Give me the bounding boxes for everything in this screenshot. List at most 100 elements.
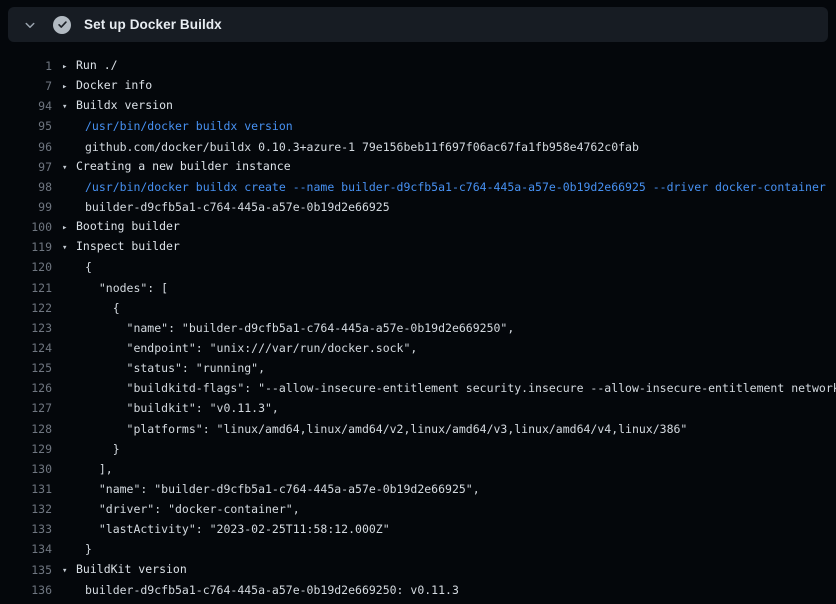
log-row: 96 github.com/docker/buildx 0.10.3+azure-… (0, 137, 836, 157)
log-group-header[interactable]: ▾Inspect builder (62, 237, 836, 257)
line-number[interactable]: 132 (0, 499, 52, 519)
line-number[interactable]: 99 (0, 197, 52, 217)
chevron-down-icon[interactable] (22, 17, 38, 33)
log-row: 131 "name": "builder-d9cfb5a1-c764-445a-… (0, 479, 836, 499)
log-group-row[interactable]: 94 ▾Buildx version (0, 96, 836, 116)
log-group-row[interactable]: 1 ▸Run ./ (0, 56, 836, 76)
log-output-text: "lastActivity": "2023-02-25T11:58:12.000… (62, 519, 836, 539)
line-number[interactable]: 136 (0, 580, 52, 600)
line-number[interactable]: 124 (0, 338, 52, 358)
log-output-text: "name": "builder-d9cfb5a1-c764-445a-a57e… (62, 318, 836, 338)
log-group-header[interactable]: ▾Creating a new builder instance (62, 157, 836, 177)
group-collapsed-icon[interactable]: ▸ (62, 57, 76, 76)
log-output-text: ], (62, 459, 836, 479)
log-output-text: "driver": "docker-container", (62, 499, 836, 519)
log-output-text: "buildkit": "v0.11.3", (62, 398, 836, 418)
log-row: 134} (0, 539, 836, 559)
line-number[interactable]: 131 (0, 479, 52, 499)
log-row: 130 ], (0, 459, 836, 479)
log-row: 121 "nodes": [ (0, 278, 836, 298)
line-number[interactable]: 119 (0, 237, 52, 257)
log-group-header[interactable]: ▸Run ./ (62, 56, 836, 76)
line-number[interactable]: 120 (0, 257, 52, 277)
log-row: 98/usr/bin/docker buildx create --name b… (0, 177, 836, 197)
step-header[interactable]: Set up Docker Buildx (8, 7, 828, 42)
log-output-text: { (62, 298, 836, 318)
group-collapsed-icon[interactable]: ▸ (62, 77, 76, 96)
log-output-text: "buildkitd-flags": "--allow-insecure-ent… (62, 378, 836, 398)
line-number[interactable]: 129 (0, 439, 52, 459)
log-output-text: github.com/docker/buildx 0.10.3+azure-1 … (62, 137, 836, 157)
log-row: 95/usr/bin/docker buildx version (0, 116, 836, 136)
log-output-text: "status": "running", (62, 358, 836, 378)
line-number[interactable]: 126 (0, 378, 52, 398)
line-number[interactable]: 123 (0, 318, 52, 338)
line-number[interactable]: 96 (0, 137, 52, 157)
log-output-text: { (62, 257, 836, 277)
group-title[interactable]: Docker info (76, 78, 152, 92)
group-expanded-icon[interactable]: ▾ (62, 238, 76, 257)
log-row: 128 "platforms": "linux/amd64,linux/amd6… (0, 419, 836, 439)
group-title[interactable]: Booting builder (76, 219, 180, 233)
group-collapsed-icon[interactable]: ▸ (62, 218, 76, 237)
group-title[interactable]: Run ./ (76, 58, 118, 72)
group-title[interactable]: Buildx version (76, 98, 173, 112)
group-expanded-icon[interactable]: ▾ (62, 561, 76, 580)
log-row: 129 } (0, 439, 836, 459)
line-number[interactable]: 100 (0, 217, 52, 237)
line-number[interactable]: 7 (0, 76, 52, 96)
log-group-header[interactable]: ▸Docker info (62, 76, 836, 96)
log-output-text: builder-d9cfb5a1-c764-445a-a57e-0b19d2e6… (62, 580, 836, 600)
log-row: 122 { (0, 298, 836, 318)
line-number[interactable]: 95 (0, 116, 52, 136)
line-number[interactable]: 125 (0, 358, 52, 378)
log-group-header[interactable]: ▾BuildKit version (62, 560, 836, 580)
log-command-text: /usr/bin/docker buildx version (62, 116, 836, 136)
line-number[interactable]: 97 (0, 157, 52, 177)
log-row: 99 builder-d9cfb5a1-c764-445a-a57e-0b19d2… (0, 197, 836, 217)
line-number[interactable]: 134 (0, 539, 52, 559)
log-row: 126 "buildkitd-flags": "--allow-insecure… (0, 378, 836, 398)
log-row: 127 "buildkit": "v0.11.3", (0, 398, 836, 418)
log-row: 136 builder-d9cfb5a1-c764-445a-a57e-0b19d… (0, 580, 836, 600)
log-row: 124 "endpoint": "unix:///var/run/docker.… (0, 338, 836, 358)
log-output-text: "platforms": "linux/amd64,linux/amd64/v2… (62, 419, 836, 439)
group-title[interactable]: Creating a new builder instance (76, 159, 291, 173)
log-row: 133 "lastActivity": "2023-02-25T11:58:12… (0, 519, 836, 539)
line-number[interactable]: 122 (0, 298, 52, 318)
log-group-header[interactable]: ▾Buildx version (62, 96, 836, 116)
log-output-text: } (62, 539, 836, 559)
line-number[interactable]: 127 (0, 398, 52, 418)
log-group-row[interactable]: 100 ▸Booting builder (0, 217, 836, 237)
line-number[interactable]: 1 (0, 56, 52, 76)
log-output-text: "nodes": [ (62, 278, 836, 298)
line-number[interactable]: 135 (0, 560, 52, 580)
log-command-text: /usr/bin/docker buildx create --name bui… (62, 177, 836, 197)
log-group-row[interactable]: 7 ▸Docker info (0, 76, 836, 96)
line-number[interactable]: 130 (0, 459, 52, 479)
line-number[interactable]: 121 (0, 278, 52, 298)
log-row: 123 "name": "builder-d9cfb5a1-c764-445a-… (0, 318, 836, 338)
log-row: 132 "driver": "docker-container", (0, 499, 836, 519)
line-number[interactable]: 94 (0, 96, 52, 116)
log-output-text: "name": "builder-d9cfb5a1-c764-445a-a57e… (62, 479, 836, 499)
log-group-row[interactable]: 119 ▾Inspect builder (0, 237, 836, 257)
log-output-text: "endpoint": "unix:///var/run/docker.sock… (62, 338, 836, 358)
group-title[interactable]: BuildKit version (76, 562, 187, 576)
log-row: 125 "status": "running", (0, 358, 836, 378)
line-number[interactable]: 133 (0, 519, 52, 539)
step-title: Set up Docker Buildx (84, 17, 222, 32)
check-circle-icon (53, 16, 71, 34)
log-group-row[interactable]: 135 ▾BuildKit version (0, 560, 836, 580)
log-panel: 1▸Run ./7▸Docker info94▾Buildx version95… (0, 56, 836, 600)
line-number[interactable]: 128 (0, 419, 52, 439)
log-group-header[interactable]: ▸Booting builder (62, 217, 836, 237)
log-output-text: } (62, 439, 836, 459)
log-output-text: builder-d9cfb5a1-c764-445a-a57e-0b19d2e6… (62, 197, 836, 217)
group-title[interactable]: Inspect builder (76, 239, 180, 253)
group-expanded-icon[interactable]: ▾ (62, 97, 76, 116)
group-expanded-icon[interactable]: ▾ (62, 158, 76, 177)
line-number[interactable]: 98 (0, 177, 52, 197)
log-row: 120 { (0, 257, 836, 277)
log-group-row[interactable]: 97 ▾Creating a new builder instance (0, 157, 836, 177)
